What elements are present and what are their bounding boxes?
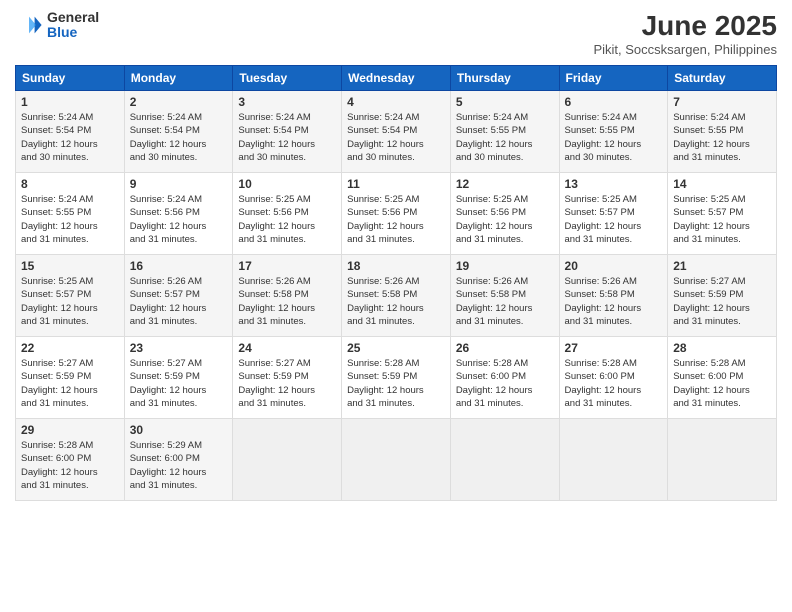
table-row: 15 Sunrise: 5:25 AMSunset: 5:57 PMDayligh… bbox=[16, 255, 777, 337]
table-row: 1 Sunrise: 5:24 AMSunset: 5:54 PMDaylight… bbox=[16, 91, 777, 173]
day-number: 11 bbox=[347, 177, 445, 191]
day-number: 23 bbox=[130, 341, 228, 355]
day-info: Sunrise: 5:24 AMSunset: 5:54 PMDaylight:… bbox=[347, 112, 424, 163]
calendar-title: June 2025 bbox=[593, 10, 777, 42]
day-info: Sunrise: 5:25 AMSunset: 5:56 PMDaylight:… bbox=[456, 194, 533, 245]
day-info: Sunrise: 5:24 AMSunset: 5:54 PMDaylight:… bbox=[238, 112, 315, 163]
day-number: 1 bbox=[21, 95, 119, 109]
day-info: Sunrise: 5:25 AMSunset: 5:57 PMDaylight:… bbox=[21, 276, 98, 327]
title-section: June 2025 Pikit, Soccsksargen, Philippin… bbox=[593, 10, 777, 57]
logo-text: General Blue bbox=[47, 10, 99, 41]
day-info: Sunrise: 5:26 AMSunset: 5:58 PMDaylight:… bbox=[347, 276, 424, 327]
day-number: 6 bbox=[565, 95, 663, 109]
calendar-table: Sunday Monday Tuesday Wednesday Thursday… bbox=[15, 65, 777, 501]
day-number: 17 bbox=[238, 259, 336, 273]
day-number: 21 bbox=[673, 259, 771, 273]
day-info: Sunrise: 5:26 AMSunset: 5:58 PMDaylight:… bbox=[456, 276, 533, 327]
table-row: 8 Sunrise: 5:24 AMSunset: 5:55 PMDaylight… bbox=[16, 173, 777, 255]
day-info: Sunrise: 5:24 AMSunset: 5:55 PMDaylight:… bbox=[21, 194, 98, 245]
logo-general: General bbox=[47, 10, 99, 25]
header: General Blue June 2025 Pikit, Soccsksarg… bbox=[15, 10, 777, 57]
day-number: 22 bbox=[21, 341, 119, 355]
day-number: 4 bbox=[347, 95, 445, 109]
day-info: Sunrise: 5:26 AMSunset: 5:58 PMDaylight:… bbox=[238, 276, 315, 327]
day-info: Sunrise: 5:27 AMSunset: 5:59 PMDaylight:… bbox=[21, 358, 98, 409]
day-number: 27 bbox=[565, 341, 663, 355]
col-saturday: Saturday bbox=[668, 66, 777, 91]
day-info: Sunrise: 5:24 AMSunset: 5:54 PMDaylight:… bbox=[130, 112, 207, 163]
table-row: 22 Sunrise: 5:27 AMSunset: 5:59 PMDayligh… bbox=[16, 337, 777, 419]
day-number: 14 bbox=[673, 177, 771, 191]
day-number: 24 bbox=[238, 341, 336, 355]
day-info: Sunrise: 5:24 AMSunset: 5:56 PMDaylight:… bbox=[130, 194, 207, 245]
calendar-subtitle: Pikit, Soccsksargen, Philippines bbox=[593, 42, 777, 57]
day-number: 15 bbox=[21, 259, 119, 273]
day-info: Sunrise: 5:24 AMSunset: 5:55 PMDaylight:… bbox=[456, 112, 533, 163]
day-number: 8 bbox=[21, 177, 119, 191]
col-wednesday: Wednesday bbox=[342, 66, 451, 91]
day-info: Sunrise: 5:28 AMSunset: 6:00 PMDaylight:… bbox=[565, 358, 642, 409]
day-number: 30 bbox=[130, 423, 228, 437]
day-number: 7 bbox=[673, 95, 771, 109]
day-info: Sunrise: 5:25 AMSunset: 5:57 PMDaylight:… bbox=[565, 194, 642, 245]
col-tuesday: Tuesday bbox=[233, 66, 342, 91]
day-number: 26 bbox=[456, 341, 554, 355]
day-info: Sunrise: 5:25 AMSunset: 5:56 PMDaylight:… bbox=[238, 194, 315, 245]
day-number: 9 bbox=[130, 177, 228, 191]
logo-icon bbox=[15, 11, 43, 39]
day-info: Sunrise: 5:28 AMSunset: 6:00 PMDaylight:… bbox=[673, 358, 750, 409]
day-info: Sunrise: 5:27 AMSunset: 5:59 PMDaylight:… bbox=[130, 358, 207, 409]
logo: General Blue bbox=[15, 10, 99, 41]
day-number: 28 bbox=[673, 341, 771, 355]
day-number: 5 bbox=[456, 95, 554, 109]
day-number: 13 bbox=[565, 177, 663, 191]
calendar-page: General Blue June 2025 Pikit, Soccsksarg… bbox=[0, 0, 792, 612]
day-info: Sunrise: 5:28 AMSunset: 6:00 PMDaylight:… bbox=[456, 358, 533, 409]
day-number: 10 bbox=[238, 177, 336, 191]
day-number: 3 bbox=[238, 95, 336, 109]
day-info: Sunrise: 5:25 AMSunset: 5:57 PMDaylight:… bbox=[673, 194, 750, 245]
col-thursday: Thursday bbox=[450, 66, 559, 91]
day-info: Sunrise: 5:28 AMSunset: 6:00 PMDaylight:… bbox=[21, 440, 98, 491]
day-number: 29 bbox=[21, 423, 119, 437]
day-info: Sunrise: 5:28 AMSunset: 5:59 PMDaylight:… bbox=[347, 358, 424, 409]
day-number: 18 bbox=[347, 259, 445, 273]
day-info: Sunrise: 5:24 AMSunset: 5:54 PMDaylight:… bbox=[21, 112, 98, 163]
day-info: Sunrise: 5:24 AMSunset: 5:55 PMDaylight:… bbox=[565, 112, 642, 163]
day-info: Sunrise: 5:26 AMSunset: 5:58 PMDaylight:… bbox=[565, 276, 642, 327]
day-number: 12 bbox=[456, 177, 554, 191]
day-info: Sunrise: 5:24 AMSunset: 5:55 PMDaylight:… bbox=[673, 112, 750, 163]
day-info: Sunrise: 5:25 AMSunset: 5:56 PMDaylight:… bbox=[347, 194, 424, 245]
col-monday: Monday bbox=[124, 66, 233, 91]
day-info: Sunrise: 5:29 AMSunset: 6:00 PMDaylight:… bbox=[130, 440, 207, 491]
day-number: 25 bbox=[347, 341, 445, 355]
day-number: 20 bbox=[565, 259, 663, 273]
table-row: 29 Sunrise: 5:28 AMSunset: 6:00 PMDayligh… bbox=[16, 419, 777, 501]
col-friday: Friday bbox=[559, 66, 668, 91]
day-info: Sunrise: 5:27 AMSunset: 5:59 PMDaylight:… bbox=[238, 358, 315, 409]
header-row: Sunday Monday Tuesday Wednesday Thursday… bbox=[16, 66, 777, 91]
day-number: 16 bbox=[130, 259, 228, 273]
col-sunday: Sunday bbox=[16, 66, 125, 91]
logo-blue: Blue bbox=[47, 25, 99, 40]
day-info: Sunrise: 5:26 AMSunset: 5:57 PMDaylight:… bbox=[130, 276, 207, 327]
day-number: 2 bbox=[130, 95, 228, 109]
day-number: 19 bbox=[456, 259, 554, 273]
day-info: Sunrise: 5:27 AMSunset: 5:59 PMDaylight:… bbox=[673, 276, 750, 327]
